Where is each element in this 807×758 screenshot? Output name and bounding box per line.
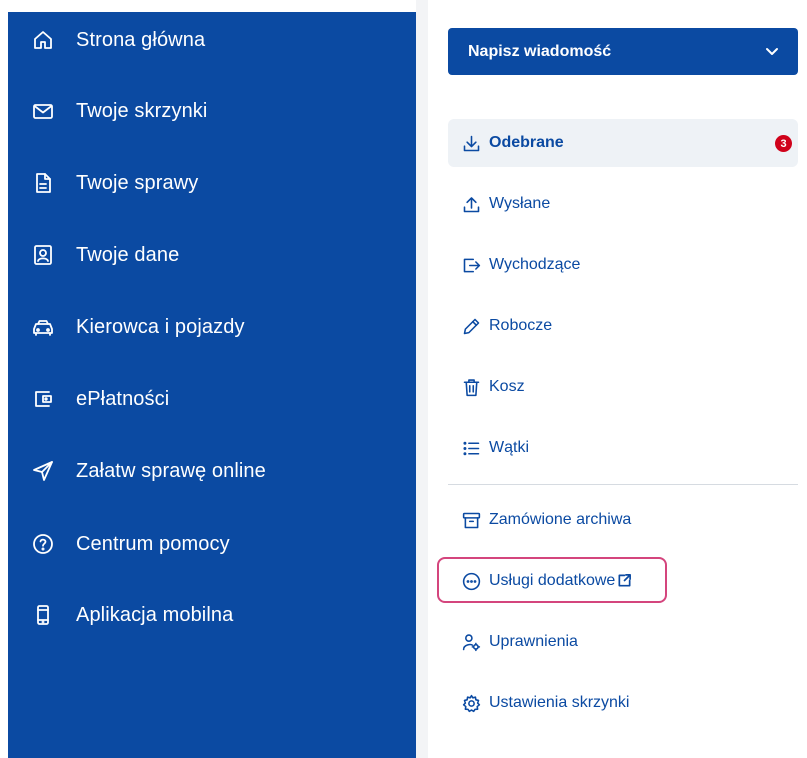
folder-label: Wysłane — [489, 195, 551, 212]
sidebar-item-online-services[interactable]: Załatw sprawę online — [30, 451, 266, 491]
id-card-icon — [30, 242, 56, 268]
main-sidebar: Strona główna Twoje skrzynki Twoje spraw… — [8, 12, 416, 758]
folder-label: Wątki — [489, 439, 529, 456]
sidebar-item-label: Kierowca i pojazdy — [76, 315, 245, 338]
upload-icon — [460, 193, 482, 215]
sidebar-item-label: Twoje skrzynki — [76, 99, 208, 122]
folder-label: Odebrane — [489, 134, 564, 151]
home-icon — [30, 27, 56, 53]
sidebar-item-label: ePłatności — [76, 387, 170, 410]
folder-outbox[interactable]: Wychodzące — [448, 241, 798, 289]
menu-label: Usługi dodatkowe — [489, 572, 616, 589]
sidebar-item-mailboxes[interactable]: Twoje skrzynki — [30, 91, 207, 131]
user-settings-icon — [460, 631, 482, 653]
folder-label: Kosz — [489, 378, 525, 395]
trash-icon — [460, 376, 482, 398]
menu-label: Uprawnienia — [489, 633, 578, 650]
compose-message-label: Napisz wiadomość — [468, 42, 612, 60]
panel-separator — [416, 0, 428, 758]
menu-label: Ustawienia skrzynki — [489, 694, 630, 711]
section-divider — [448, 484, 798, 485]
chevron-down-icon — [764, 43, 780, 59]
compose-message-button[interactable]: Napisz wiadomość — [448, 28, 798, 75]
document-icon — [30, 170, 56, 196]
sidebar-item-label: Załatw sprawę online — [76, 459, 266, 482]
page-margin — [0, 0, 8, 758]
help-icon — [30, 531, 56, 557]
unread-count-badge: 3 — [775, 135, 792, 152]
menu-ordered-archives[interactable]: Zamówione archiwa — [448, 496, 798, 544]
sidebar-item-home[interactable]: Strona główna — [30, 20, 205, 60]
menu-additional-services[interactable]: Usługi dodatkowe — [448, 557, 798, 605]
folder-threads[interactable]: Wątki — [448, 424, 798, 472]
sidebar-item-label: Centrum pomocy — [76, 532, 230, 555]
folder-label: Wychodzące — [489, 256, 581, 273]
folder-drafts[interactable]: Robocze — [448, 302, 798, 350]
sidebar-item-help[interactable]: Centrum pomocy — [30, 524, 230, 564]
folder-sent[interactable]: Wysłane — [448, 180, 798, 228]
car-icon — [30, 314, 56, 340]
folder-label: Robocze — [489, 317, 553, 334]
archive-icon — [460, 509, 482, 531]
send-icon — [30, 458, 56, 484]
outbox-icon — [460, 254, 482, 276]
folder-trash[interactable]: Kosz — [448, 363, 798, 411]
sidebar-item-label: Twoje dane — [76, 243, 180, 266]
menu-mailbox-settings[interactable]: Ustawienia skrzynki — [448, 679, 798, 727]
sidebar-item-label: Aplikacja mobilna — [76, 603, 234, 626]
list-icon — [460, 437, 482, 459]
external-link-icon — [617, 573, 633, 589]
envelope-icon — [30, 98, 56, 124]
wallet-icon — [30, 386, 56, 412]
sidebar-item-vehicles[interactable]: Kierowca i pojazdy — [30, 307, 245, 347]
menu-permissions[interactable]: Uprawnienia — [448, 618, 798, 666]
menu-label: Zamówione archiwa — [489, 511, 632, 528]
pencil-icon — [460, 315, 482, 337]
sidebar-item-cases[interactable]: Twoje sprawy — [30, 163, 198, 203]
sidebar-item-data[interactable]: Twoje dane — [30, 235, 179, 275]
sidebar-item-label: Strona główna — [76, 28, 206, 51]
gear-icon — [460, 692, 482, 714]
more-icon — [460, 570, 482, 592]
sidebar-item-label: Twoje sprawy — [76, 171, 199, 194]
sidebar-item-payments[interactable]: ePłatności — [30, 379, 169, 419]
download-icon — [460, 132, 482, 154]
folder-inbox[interactable]: Odebrane 3 — [448, 119, 798, 167]
phone-icon — [30, 602, 56, 628]
sidebar-item-mobile-app[interactable]: Aplikacja mobilna — [30, 595, 233, 635]
